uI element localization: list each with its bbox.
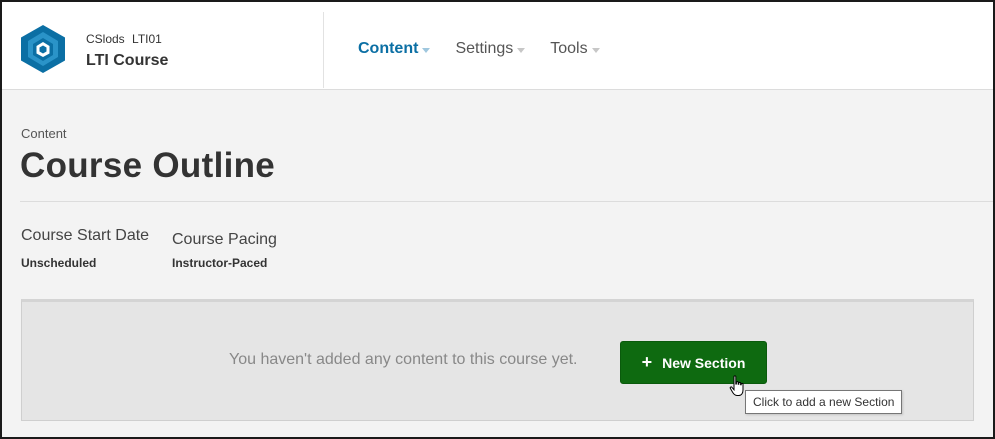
plus-icon: + bbox=[641, 351, 653, 372]
new-section-label: New Section bbox=[662, 354, 746, 371]
nav-content[interactable]: Content bbox=[358, 38, 431, 60]
caret-down-icon bbox=[422, 47, 431, 53]
pacing-label: Course Pacing bbox=[172, 231, 277, 248]
empty-outline-message: You haven't added any content to this co… bbox=[229, 351, 578, 368]
nav-content-label: Content bbox=[358, 40, 419, 57]
caret-down-icon bbox=[591, 47, 600, 53]
nav-tools-label: Tools bbox=[550, 40, 588, 57]
start-date-value: Unscheduled bbox=[21, 256, 97, 270]
main-nav: Content Settings Tools bbox=[358, 38, 600, 60]
title-divider bbox=[20, 201, 993, 202]
header-divider bbox=[323, 12, 324, 88]
app-window: CSlods LTI01 LTI Course Content Settings… bbox=[0, 0, 995, 439]
course-pacing: Course Pacing Instructor-Paced bbox=[172, 226, 277, 270]
nav-tools[interactable]: Tools bbox=[550, 38, 600, 60]
nav-settings[interactable]: Settings bbox=[455, 38, 526, 60]
page-title: Course Outline bbox=[20, 146, 276, 185]
caret-down-icon bbox=[517, 47, 526, 53]
course-header: CSlods LTI01 LTI Course Content Settings… bbox=[2, 2, 993, 90]
new-section-tooltip: Click to add a new Section bbox=[745, 390, 903, 414]
pacing-value: Instructor-Paced bbox=[172, 256, 268, 270]
nav-settings-label: Settings bbox=[455, 40, 514, 57]
course-org: CSlods bbox=[86, 32, 125, 46]
course-title: LTI Course bbox=[86, 52, 169, 69]
course-info[interactable]: CSlods LTI01 LTI Course bbox=[86, 32, 168, 71]
course-start-date: Course Start Date Unscheduled bbox=[21, 226, 149, 270]
course-number: LTI01 bbox=[132, 32, 162, 46]
breadcrumb: Content bbox=[21, 126, 67, 141]
start-date-label: Course Start Date bbox=[21, 227, 150, 244]
hexagon-logo-icon[interactable] bbox=[20, 24, 66, 74]
course-org-number: CSlods LTI01 bbox=[86, 32, 168, 46]
